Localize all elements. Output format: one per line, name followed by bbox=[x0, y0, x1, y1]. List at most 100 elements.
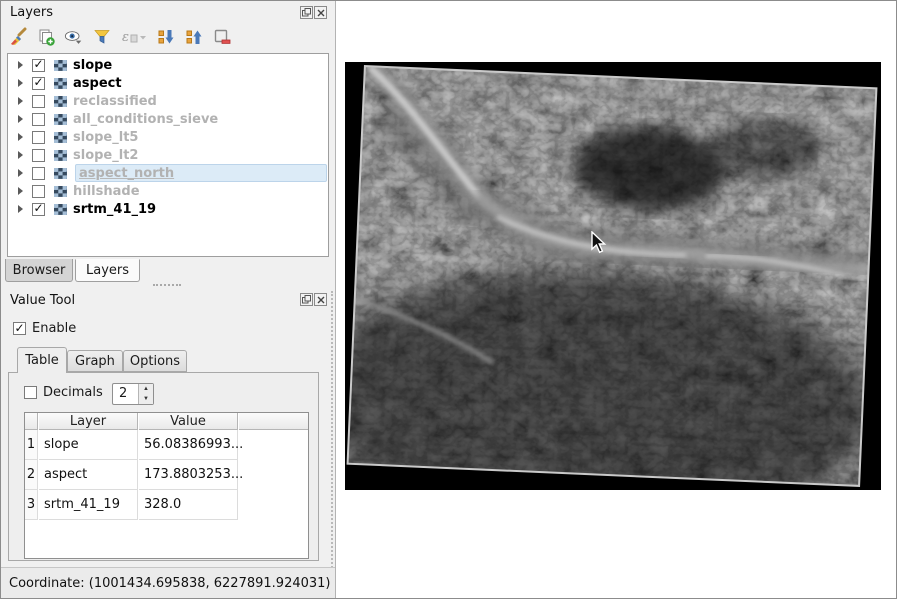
remove-layer-icon bbox=[212, 27, 232, 47]
spin-buttons: ▲ ▼ bbox=[138, 384, 153, 404]
cell-layer: srtm_41_19 bbox=[39, 490, 138, 520]
tab-graph-label: Graph bbox=[75, 354, 115, 369]
cell-value: 56.08386993... bbox=[139, 430, 238, 460]
column-header-filler bbox=[239, 413, 308, 430]
layers-panel-float-button[interactable] bbox=[300, 6, 313, 19]
spin-up-icon[interactable]: ▲ bbox=[139, 384, 153, 394]
eye-icon bbox=[64, 27, 84, 47]
layer-item-slope[interactable]: ✓ slope bbox=[9, 56, 327, 74]
filter-legend-expression-button[interactable]: ε bbox=[119, 26, 149, 48]
value-tool-content: Decimals 2 ▲ ▼ Layer Value 1 bbox=[8, 372, 319, 561]
layer-item-slope-lt5[interactable]: slope_lt5 bbox=[9, 128, 327, 146]
status-bar: Coordinate: (1001434.695838, 6227891.924… bbox=[1, 567, 335, 598]
layer-item-slope-lt2[interactable]: slope_lt2 bbox=[9, 146, 327, 164]
remove-layer-button[interactable] bbox=[211, 26, 233, 48]
row-number: 1 bbox=[25, 430, 38, 460]
column-header-layer[interactable]: Layer bbox=[39, 413, 138, 430]
layer-item-all-conditions-sieve[interactable]: all_conditions_sieve bbox=[9, 110, 327, 128]
layer-visibility-checkbox[interactable] bbox=[32, 113, 45, 126]
column-header-value[interactable]: Value bbox=[139, 413, 238, 430]
paintbrush-icon bbox=[8, 27, 28, 47]
raster-layer-icon bbox=[54, 96, 67, 107]
layer-tree: ✓ slope ✓ aspect reclassified all_ bbox=[7, 53, 329, 257]
layer-item-aspect[interactable]: ✓ aspect bbox=[9, 74, 327, 92]
add-group-button[interactable] bbox=[35, 26, 57, 48]
close-panel-icon bbox=[317, 296, 325, 304]
layer-item-reclassified[interactable]: reclassified bbox=[9, 92, 327, 110]
manage-map-themes-button[interactable] bbox=[63, 26, 85, 48]
expand-arrow-icon[interactable] bbox=[18, 151, 23, 159]
cell-value: 328.0 bbox=[139, 490, 238, 520]
table-corner-header[interactable] bbox=[25, 413, 38, 430]
expand-arrow-icon[interactable] bbox=[18, 169, 23, 177]
layers-panel-close-button[interactable] bbox=[314, 6, 327, 19]
expand-arrow-icon[interactable] bbox=[18, 115, 23, 123]
slope-raster-image bbox=[345, 62, 881, 490]
value-tool-float-button[interactable] bbox=[300, 293, 313, 306]
panel-splitter-handle[interactable] bbox=[153, 284, 181, 286]
decimals-spinbox[interactable]: 2 ▲ ▼ bbox=[112, 383, 154, 405]
decimals-row: Decimals bbox=[24, 385, 103, 400]
expression-epsilon-icon: ε bbox=[120, 27, 148, 47]
map-canvas[interactable] bbox=[335, 1, 896, 598]
dock-splitter-handle[interactable] bbox=[331, 291, 333, 591]
cell-layer: slope bbox=[39, 430, 138, 460]
layer-item-hillshade[interactable]: hillshade bbox=[9, 182, 327, 200]
layer-visibility-checkbox[interactable] bbox=[32, 167, 45, 180]
tab-layers[interactable]: Layers bbox=[75, 259, 140, 282]
raster-layer-icon bbox=[54, 114, 67, 125]
raster-layer-icon bbox=[54, 78, 67, 89]
decimals-checkbox[interactable] bbox=[24, 386, 37, 399]
collapse-all-button[interactable] bbox=[183, 26, 205, 48]
open-layer-styling-button[interactable] bbox=[7, 26, 29, 48]
float-panel-icon bbox=[302, 8, 311, 17]
raster-layer-icon bbox=[54, 186, 67, 197]
layer-item-aspect-north[interactable]: aspect_north bbox=[9, 164, 327, 182]
layer-visibility-checkbox[interactable] bbox=[32, 185, 45, 198]
tab-table[interactable]: Table bbox=[17, 347, 67, 373]
qgis-window: Layers bbox=[0, 0, 897, 599]
float-panel-icon bbox=[302, 295, 311, 304]
expand-all-button[interactable] bbox=[155, 26, 177, 48]
tab-layers-label: Layers bbox=[86, 263, 129, 278]
layer-visibility-checkbox[interactable] bbox=[32, 149, 45, 162]
layer-item-srtm-41-19[interactable]: ✓ srtm_41_19 bbox=[9, 200, 327, 218]
layer-visibility-checkbox[interactable] bbox=[32, 95, 45, 108]
mouse-cursor-icon bbox=[591, 231, 609, 261]
layer-label: srtm_41_19 bbox=[73, 202, 156, 217]
cell-layer: aspect bbox=[39, 460, 138, 490]
tab-options[interactable]: Options bbox=[123, 350, 187, 372]
layer-visibility-checkbox[interactable]: ✓ bbox=[32, 77, 45, 90]
cell-value: 173.8803253... bbox=[139, 460, 238, 490]
selected-layer-highlight: aspect_north bbox=[75, 164, 327, 182]
expand-arrow-icon[interactable] bbox=[18, 187, 23, 195]
tab-browser[interactable]: Browser bbox=[5, 259, 73, 282]
expand-arrow-icon[interactable] bbox=[18, 133, 23, 141]
filter-legend-button[interactable] bbox=[91, 26, 113, 48]
expand-arrow-icon[interactable] bbox=[18, 205, 23, 213]
layer-label: aspect bbox=[73, 76, 122, 91]
tab-graph[interactable]: Graph bbox=[67, 350, 123, 372]
layers-toolbar: ε bbox=[7, 26, 233, 48]
enable-checkbox[interactable]: ✓ bbox=[13, 322, 26, 335]
layer-visibility-checkbox[interactable] bbox=[32, 131, 45, 144]
tab-table-label: Table bbox=[25, 353, 59, 368]
decimals-value: 2 bbox=[119, 386, 127, 401]
layer-visibility-checkbox[interactable]: ✓ bbox=[32, 59, 45, 72]
svg-text:ε: ε bbox=[122, 30, 129, 45]
layer-label: slope_lt2 bbox=[73, 148, 138, 163]
expand-arrow-icon[interactable] bbox=[18, 61, 23, 69]
layer-label: slope_lt5 bbox=[73, 130, 138, 145]
value-table: Layer Value 1 slope 56.08386993... 2 asp… bbox=[24, 412, 309, 559]
layer-label: hillshade bbox=[73, 184, 140, 199]
value-tool-close-button[interactable] bbox=[314, 293, 327, 306]
spin-down-icon[interactable]: ▼ bbox=[139, 394, 153, 404]
expand-arrow-icon[interactable] bbox=[18, 79, 23, 87]
raster-layer-icon bbox=[54, 150, 67, 161]
enable-label: Enable bbox=[32, 321, 76, 336]
expand-arrow-icon[interactable] bbox=[18, 97, 23, 105]
layer-visibility-checkbox[interactable]: ✓ bbox=[32, 203, 45, 216]
value-tool-panel-title: Value Tool bbox=[10, 293, 75, 308]
expand-all-icon bbox=[156, 27, 176, 47]
raster-layer-icon bbox=[54, 168, 67, 179]
